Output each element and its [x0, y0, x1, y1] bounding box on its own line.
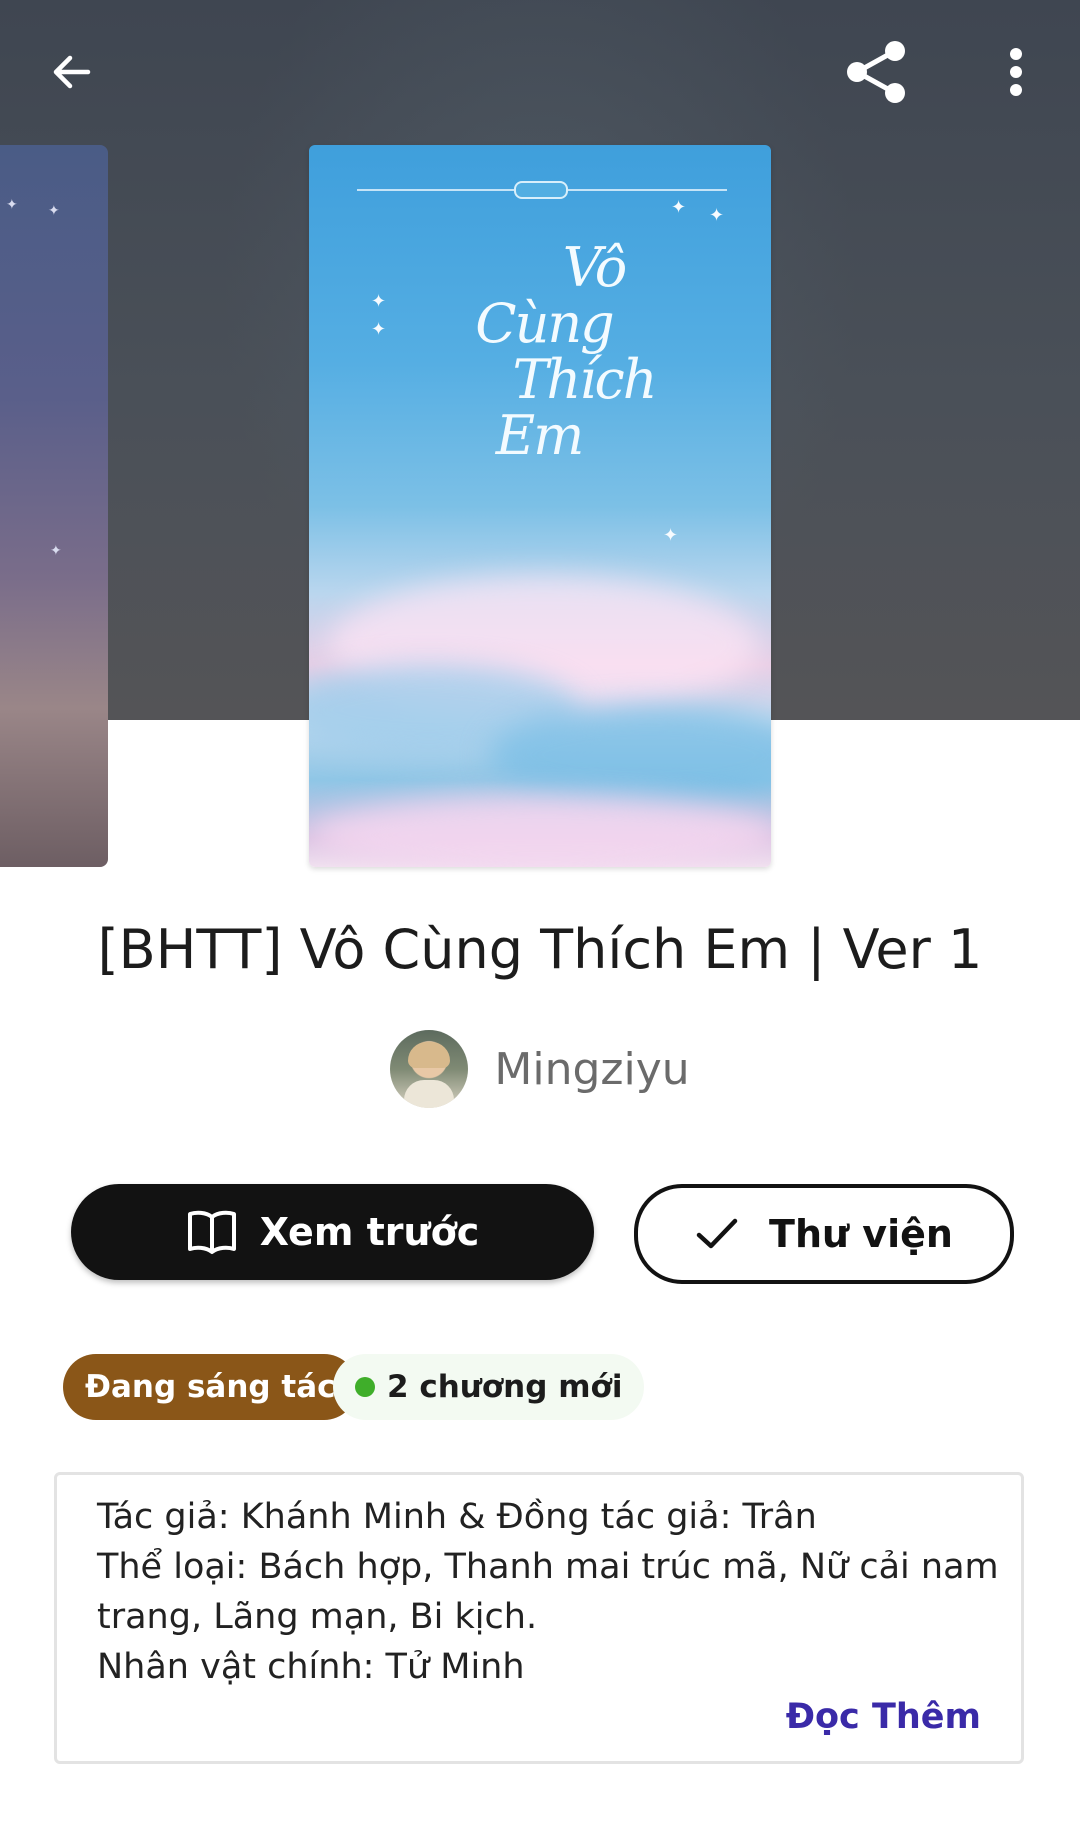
read-more-link[interactable]: Đọc Thêm	[786, 1697, 981, 1737]
sparkle-icon: ✦	[663, 525, 679, 546]
avatar-body	[404, 1080, 455, 1108]
sparkle-icon: ✦	[709, 205, 725, 226]
description-line: Thể loại: Bách hợp, Thanh mai trúc mã, N…	[97, 1547, 999, 1587]
sparkle-icon: ✦	[48, 203, 60, 219]
preview-button[interactable]: Xem trước	[71, 1184, 594, 1280]
book-title: [BHTT] Vô Cùng Thích Em | Ver 1	[97, 918, 983, 981]
back-button[interactable]	[36, 36, 108, 108]
avatar-hair	[408, 1042, 451, 1068]
sparkle-icon: ✦	[371, 291, 387, 312]
description-line: Nhân vật chính: Tử Minh	[97, 1647, 525, 1687]
cover-ornament-knot	[514, 181, 568, 199]
author-name[interactable]: Mingziyu	[494, 1044, 689, 1095]
description-line: trang, Lãng mạn, Bi kịch.	[97, 1597, 538, 1637]
previous-book-cover[interactable]: ✦ ✦ ✦	[0, 145, 108, 867]
share-button[interactable]	[840, 36, 912, 108]
new-chapters-badge: 2 chương mới	[333, 1354, 645, 1420]
book-cover[interactable]: ✦ ✦ ✦ ✦ ✦ Vô Cùng Thích Em	[309, 145, 771, 867]
share-icon	[847, 41, 905, 103]
sparkle-icon: ✦	[371, 319, 387, 340]
arrow-left-icon	[53, 55, 91, 89]
sparkle-icon: ✦	[6, 197, 18, 213]
cover-title-line: Vô	[562, 236, 628, 299]
preview-button-label: Xem trước	[259, 1210, 480, 1254]
more-options-button[interactable]	[980, 36, 1052, 108]
new-chapters-label: 2 chương mới	[387, 1369, 623, 1405]
cover-cloud	[489, 705, 771, 805]
cover-cloud	[309, 795, 771, 867]
more-vertical-icon	[1010, 48, 1022, 96]
author-row[interactable]: Mingziyu	[0, 1030, 1080, 1108]
author-avatar[interactable]	[390, 1030, 469, 1108]
library-button-label: Thư viện	[769, 1212, 953, 1256]
sparkle-icon: ✦	[671, 197, 687, 218]
cover-title-line: Cùng	[475, 292, 614, 355]
description-box: Tác giả: Khánh Minh & Đồng tác giả: Trân…	[54, 1472, 1024, 1764]
book-open-icon	[187, 1210, 236, 1254]
new-indicator-dot	[355, 1377, 375, 1397]
sparkle-icon: ✦	[50, 543, 62, 559]
cover-title-line: Em	[495, 404, 585, 467]
description-line: Tác giả: Khánh Minh & Đồng tác giả: Trân	[97, 1497, 817, 1537]
checkmark-icon	[696, 1218, 738, 1249]
library-button[interactable]: Thư viện	[634, 1184, 1014, 1284]
cover-title: Vô Cùng Thích Em	[459, 240, 659, 464]
cover-title-line: Thích	[512, 348, 657, 411]
status-badge: Đang sáng tác	[63, 1354, 358, 1420]
